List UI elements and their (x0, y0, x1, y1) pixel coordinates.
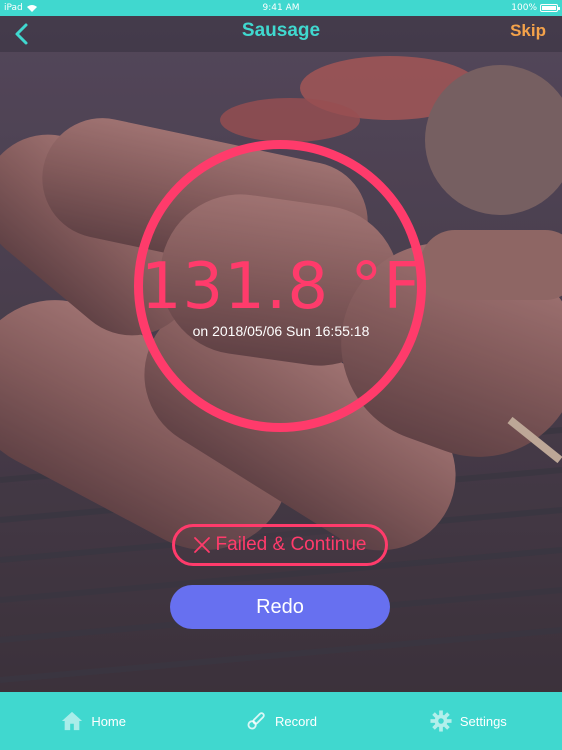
gear-icon (430, 710, 452, 732)
tab-record[interactable]: Record (187, 692, 374, 750)
tab-home[interactable]: Home (0, 692, 187, 750)
tab-record-label: Record (275, 713, 317, 729)
battery-icon (540, 4, 560, 12)
thermometer-icon (247, 712, 265, 730)
failed-continue-button[interactable]: Failed & Continue (172, 524, 388, 566)
status-time: 9:41 AM (262, 3, 300, 13)
reading-timestamp: on 2018/05/06 Sun 16:55:18 (192, 323, 370, 339)
temperature-value: 131.8 °F (140, 250, 422, 324)
redo-button[interactable]: Redo (170, 585, 390, 629)
skip-button[interactable]: Skip (510, 21, 546, 41)
status-right: 100% (511, 0, 560, 16)
failed-continue-label: Failed & Continue (215, 534, 367, 555)
nav-bar: Sausage Skip (0, 16, 562, 52)
status-bar: iPad 9:41 AM 100% (0, 0, 562, 16)
tab-settings[interactable]: Settings (375, 692, 562, 750)
tab-settings-label: Settings (459, 713, 507, 729)
battery-percent: 100% (511, 3, 537, 13)
tab-home-label: Home (91, 713, 126, 729)
page-title: Sausage (241, 20, 321, 41)
tab-bar: Home Record Settings (0, 692, 562, 750)
close-icon (194, 537, 211, 553)
home-icon (62, 711, 83, 731)
